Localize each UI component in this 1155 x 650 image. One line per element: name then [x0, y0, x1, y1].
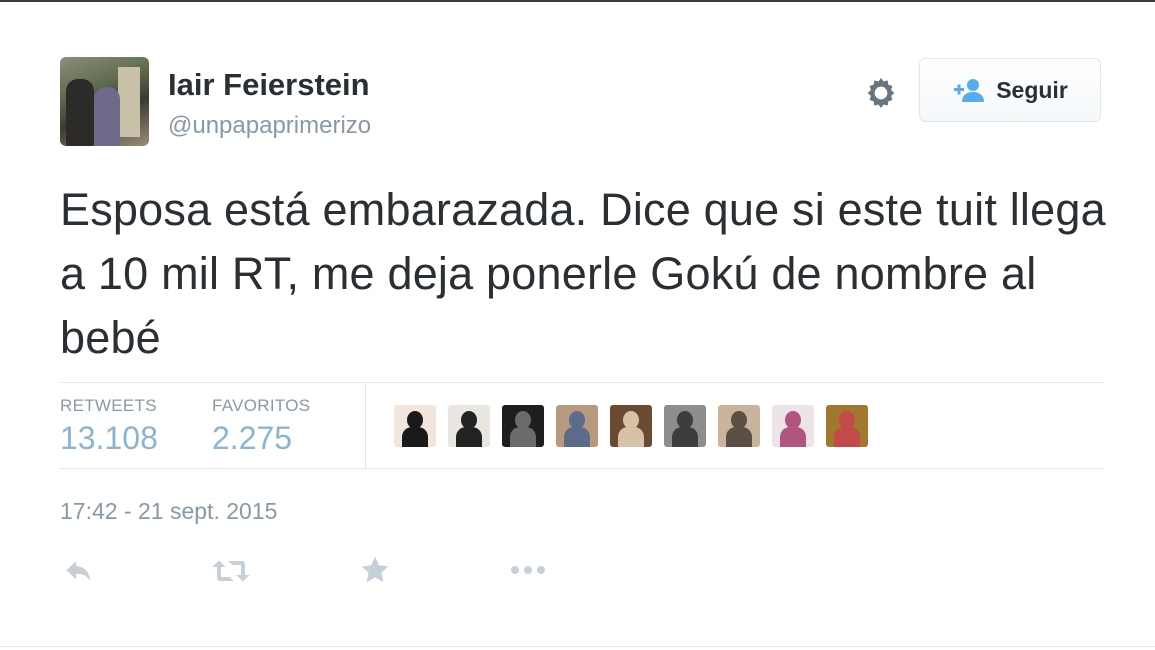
author-name[interactable]: Iair Feierstein [168, 67, 370, 103]
retweets-label: RETWEETS [60, 396, 157, 415]
top-border [0, 0, 1155, 2]
favoriter-avatar[interactable] [826, 405, 868, 447]
tweet-text: Esposa está embarazada. Dice que si este… [60, 184, 1106, 363]
author-avatar[interactable] [60, 57, 149, 146]
divider [60, 382, 1104, 383]
avatar-figure-shape [94, 87, 120, 146]
retweet-icon[interactable] [211, 554, 251, 588]
add-user-icon [954, 79, 985, 102]
divider [60, 468, 1104, 469]
bottom-border [0, 646, 1155, 647]
more-options-icon[interactable] [508, 560, 548, 580]
favoriter-avatar[interactable] [610, 405, 652, 447]
favorites-stat[interactable]: FAVORITOS 2.275 [212, 396, 310, 457]
avatar-figure-shape [66, 79, 94, 146]
favoriter-avatar[interactable] [772, 405, 814, 447]
stats-divider [365, 384, 366, 468]
tweet-timestamp[interactable]: 17:42 - 21 sept. 2015 [60, 498, 277, 525]
follow-button[interactable]: Seguir [919, 58, 1101, 122]
favorite-star-icon[interactable] [359, 554, 391, 586]
avatar-easel-shape [118, 67, 140, 137]
favoriter-avatar[interactable] [448, 405, 490, 447]
favoriter-avatar[interactable] [718, 405, 760, 447]
favoriter-avatar[interactable] [664, 405, 706, 447]
author-handle[interactable]: @unpapaprimerizo [168, 112, 371, 140]
favorites-count: 2.275 [212, 420, 293, 456]
retweets-stat[interactable]: RETWEETS 13.108 [60, 396, 158, 457]
gear-icon[interactable] [862, 74, 900, 112]
favorites-label: FAVORITOS [212, 396, 311, 415]
retweets-count: 13.108 [60, 420, 158, 456]
favoriter-avatar[interactable] [556, 405, 598, 447]
favoriter-avatar[interactable] [394, 405, 436, 447]
follow-label: Seguir [996, 76, 1068, 103]
favoriter-avatar[interactable] [502, 405, 544, 447]
reply-icon[interactable] [62, 554, 96, 588]
